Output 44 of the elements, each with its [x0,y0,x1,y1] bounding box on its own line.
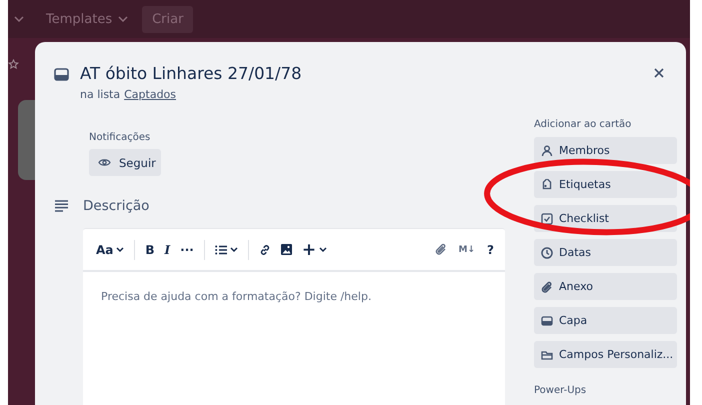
list-prefix: na lista [80,88,120,101]
paperclip-icon [541,280,553,292]
tag-icon [541,178,553,190]
description-editor[interactable]: Aa B I ··· + M↓ ? Precisa de ajuda com a formatação? Digite /help. [83,228,505,405]
paperclip-icon [434,243,447,256]
list-link[interactable]: Captados [124,88,176,101]
description-heading: Descrição [83,198,150,214]
notifications-label: Notificações [89,132,152,143]
attachment-button[interactable]: Anexo [534,273,677,300]
cover-button[interactable]: Capa [534,307,677,334]
eye-icon [98,158,111,167]
dates-button[interactable]: Datas [534,239,677,266]
members-button[interactable]: Membros [534,137,677,164]
checkbox-icon [541,212,553,224]
clock-icon [541,246,553,258]
add-to-card-label: Adicionar ao cartão [534,119,632,130]
more-button[interactable]: ··· [175,240,199,260]
folder-icon [541,348,553,360]
card-icon [54,68,69,81]
help-button[interactable]: ? [482,240,499,260]
chevron-down-icon [14,16,24,22]
chevron-down-icon [230,246,238,252]
italic-button[interactable]: I [160,240,176,260]
close-icon [654,68,664,78]
follow-button[interactable]: Seguir [89,149,161,176]
card-title: AT óbito Linhares 27/01/78 [80,63,303,85]
person-icon [541,144,553,156]
power-ups-label: Power-Ups [534,385,588,396]
text-style-button[interactable]: Aa [91,240,130,260]
bold-button[interactable]: B [140,240,160,260]
chevron-down-icon [319,246,328,252]
image-icon [280,244,292,255]
custom-fields-button[interactable]: Campos Personaliz... [534,341,677,368]
card-icon [541,314,553,326]
chevron-down-icon [116,246,124,252]
labels-button[interactable]: Etiquetas [534,171,677,198]
link-icon [258,244,271,256]
bulleted-list-icon [214,244,227,254]
markdown-button[interactable]: M↓ [454,242,480,258]
description-icon [54,200,69,212]
description-field[interactable]: Precisa de ajuda com a formatação? Digite /help. [83,272,505,372]
star-icon [8,59,19,70]
chevron-down-icon [118,16,128,22]
insert-button[interactable]: + [296,240,332,260]
